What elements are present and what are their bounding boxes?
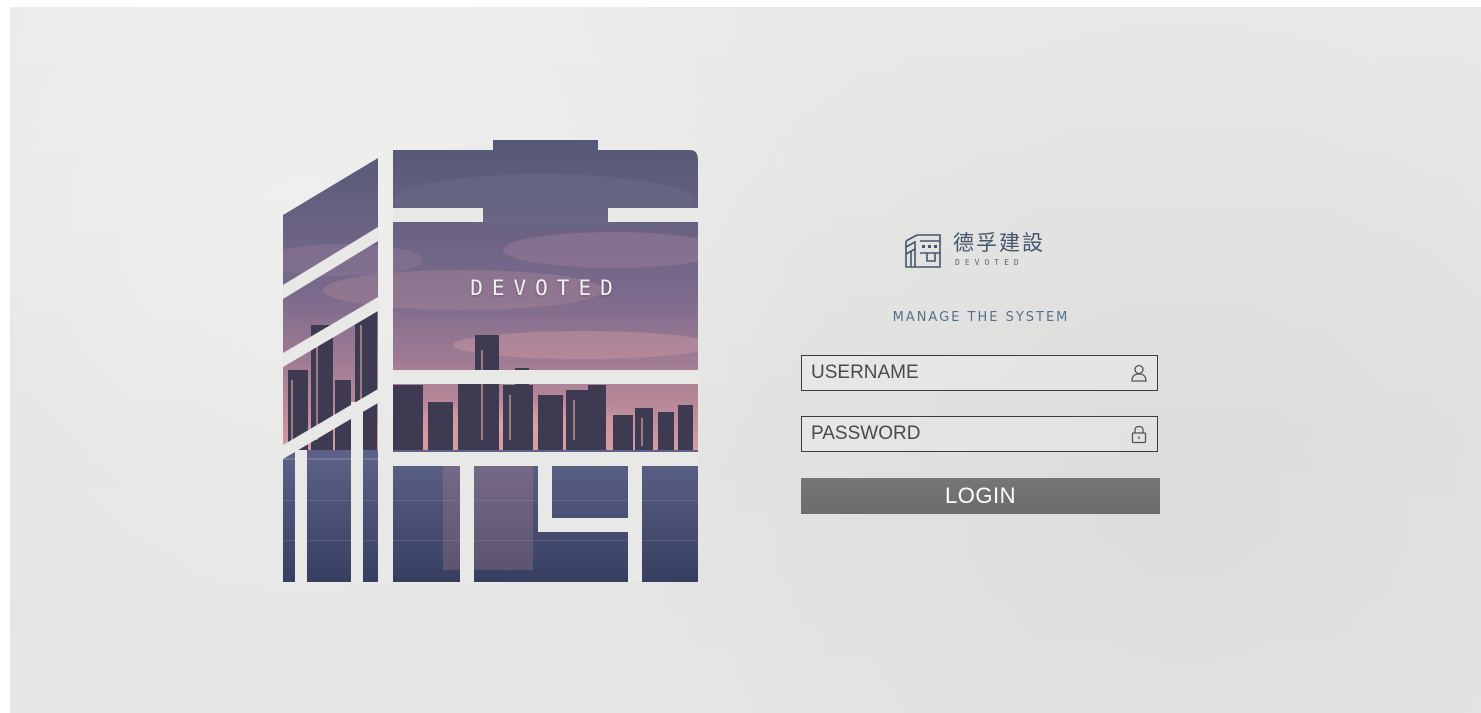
artwork-brand-text: DEVOTED (470, 276, 622, 300)
password-field[interactable] (801, 416, 1158, 452)
page-subtitle: MANAGE THE SYSTEM (892, 310, 1070, 325)
login-page: DEVOTED 德孚建設 DEVOTED MANAGE THE SYSTEM U… (10, 7, 1481, 713)
username-input[interactable] (802, 356, 1122, 390)
artwork-image (283, 140, 698, 582)
brand-english-name: DEVOTED (955, 258, 1024, 267)
password-input[interactable] (802, 417, 1122, 451)
brand-logo: 德孚建設 DEVOTED (903, 227, 1063, 275)
building-logo-icon (905, 234, 941, 268)
lock-icon (1131, 425, 1147, 444)
login-button[interactable]: LOGIN (801, 478, 1160, 514)
brand-chinese-name: 德孚建設 (953, 231, 1045, 255)
login-form: 德孚建設 DEVOTED MANAGE THE SYSTEM USERNAME … (800, 217, 1162, 517)
username-field[interactable] (801, 355, 1158, 391)
user-icon (1131, 364, 1147, 382)
city-skyline-artwork: DEVOTED (283, 140, 698, 582)
